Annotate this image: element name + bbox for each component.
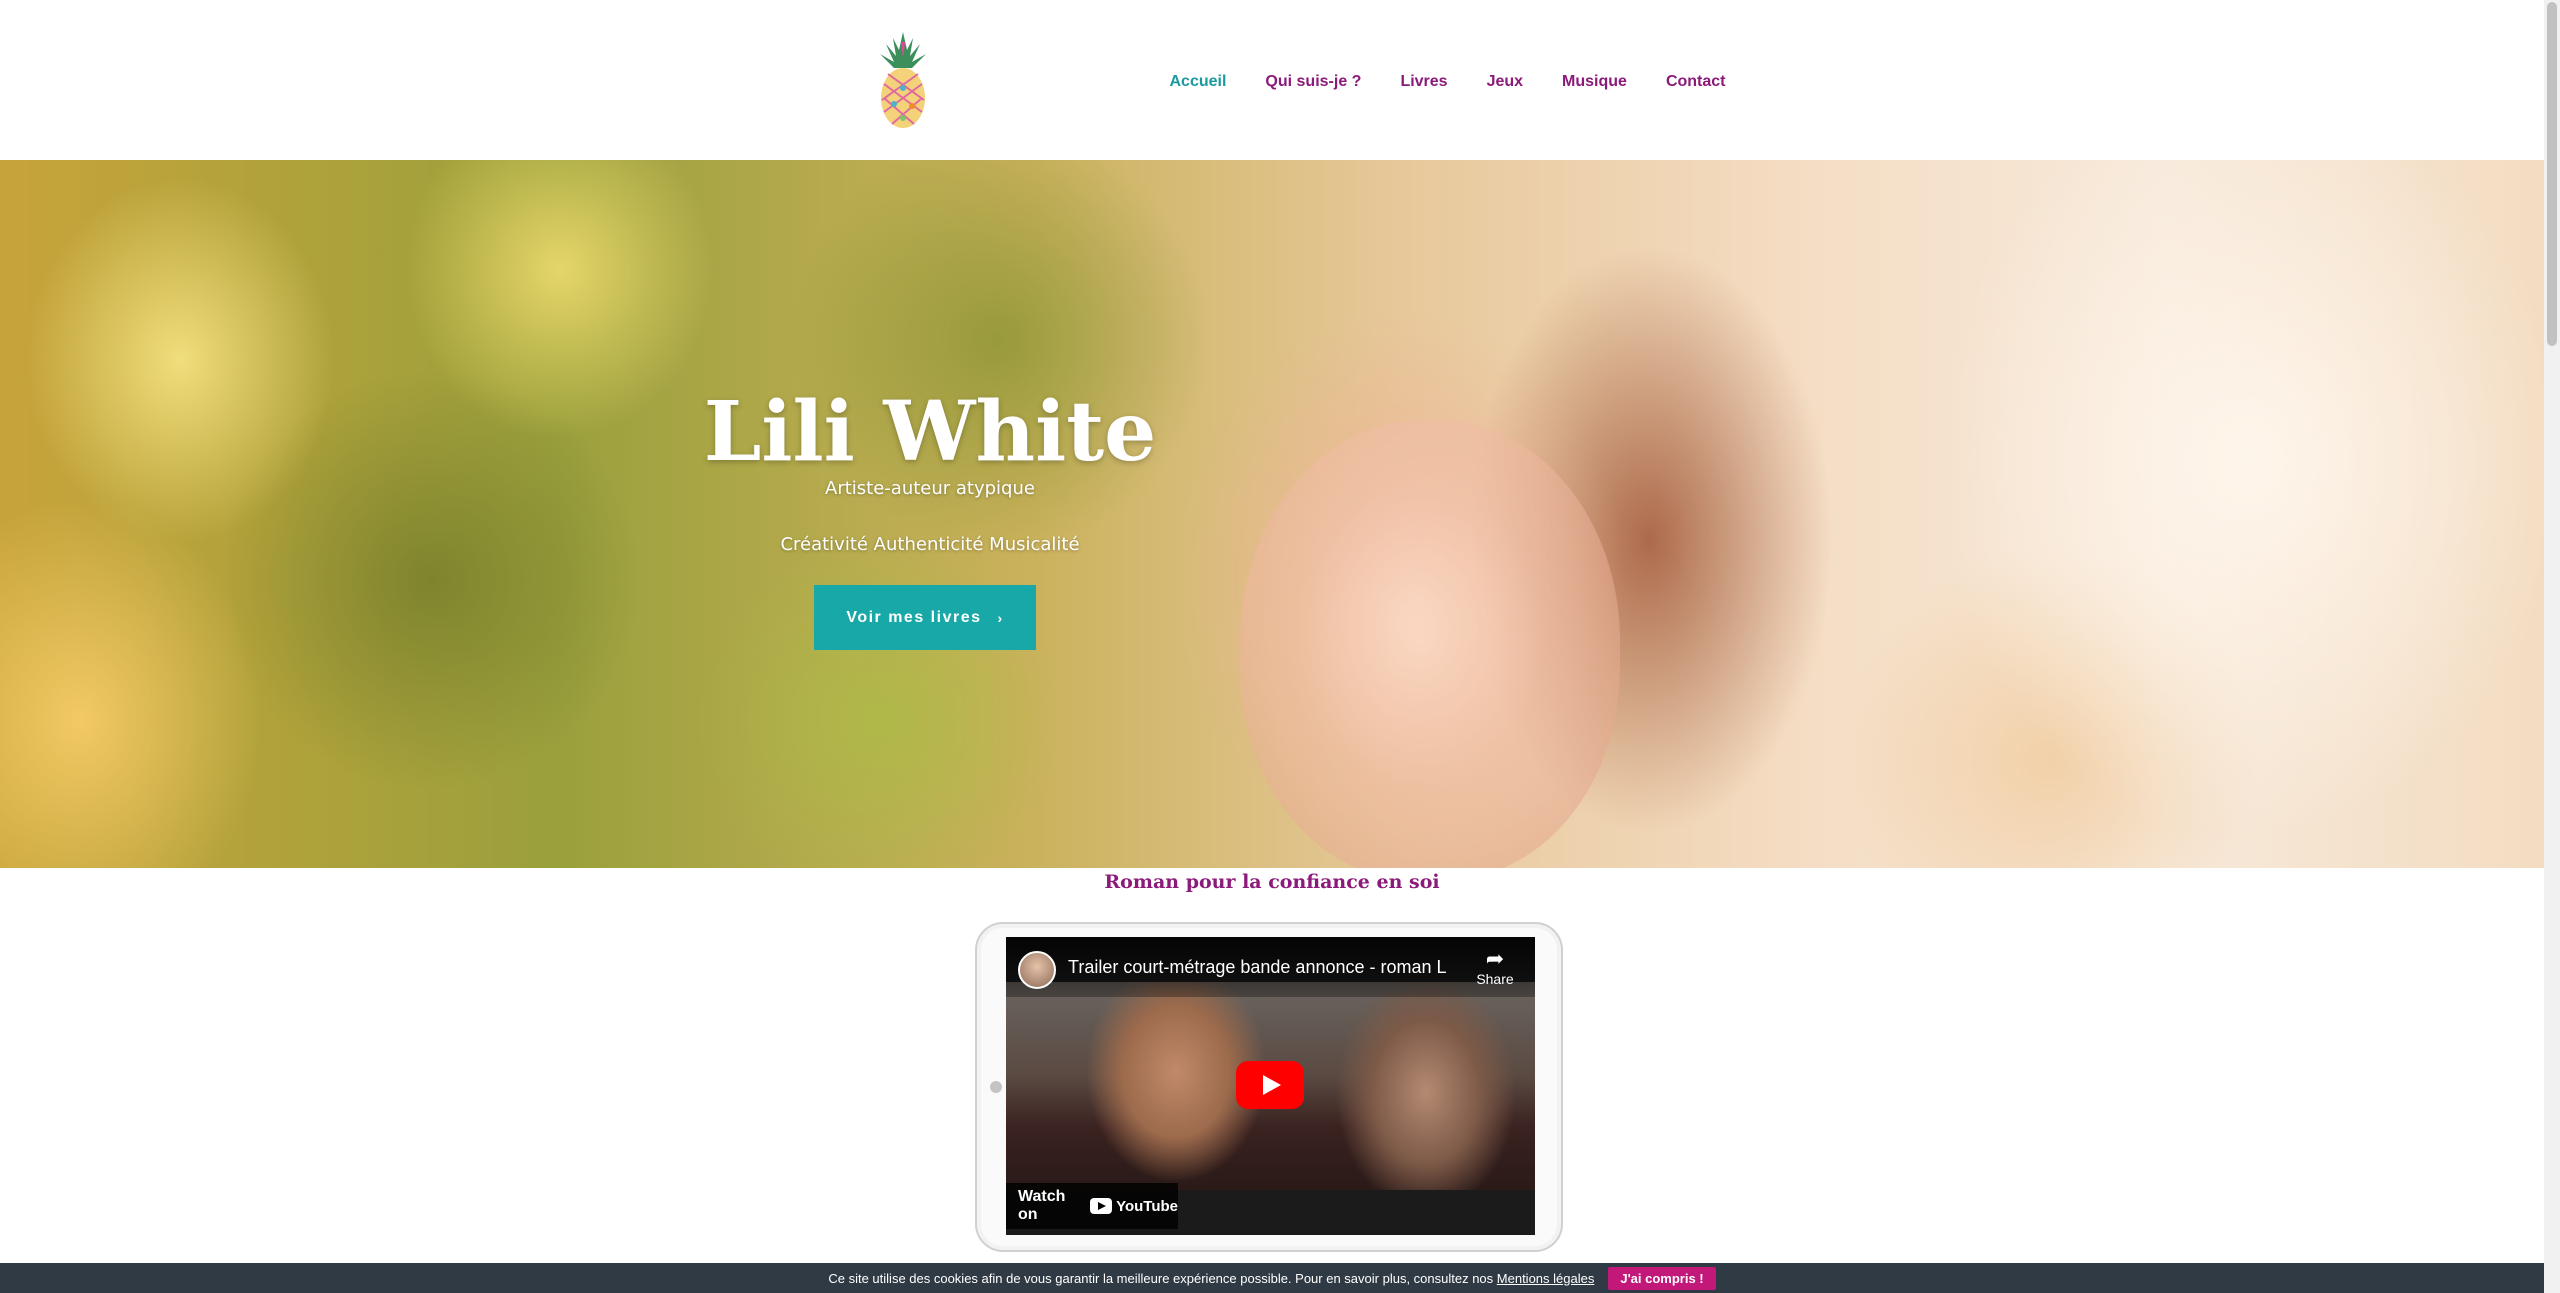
nav-contact[interactable]: Contact	[1646, 70, 1745, 94]
hero-subtitle: Artiste-auteur atypique	[825, 478, 1035, 499]
cookie-accept-button[interactable]: J'ai compris !	[1608, 1266, 1716, 1290]
main-nav: Accueil Qui suis-je ? Livres Jeux Musiqu…	[1150, 70, 1745, 94]
hero-banner: Lili White Artiste-auteur atypique Créat…	[0, 160, 2544, 868]
hero-photo	[1240, 420, 1620, 868]
site-header: Accueil Qui suis-je ? Livres Jeux Musiqu…	[0, 0, 2544, 160]
watch-on-label: Watch on	[1018, 1188, 1066, 1223]
channel-avatar[interactable]	[1018, 951, 1056, 989]
share-icon: ➦	[1485, 946, 1505, 971]
cookie-message: Ce site utilise des cookies afin de vous…	[828, 1270, 1494, 1286]
hero-button-label: Voir mes livres	[846, 608, 982, 626]
tablet-camera-dot	[990, 1081, 1002, 1093]
pineapple-logo-icon[interactable]	[862, 28, 944, 134]
hero-values: Créativité Authenticité Musicalité	[780, 534, 1080, 555]
youtube-video-embed[interactable]: Trailer court-métrage bande annonce - ro…	[1006, 937, 1535, 1235]
scrollbar-thumb[interactable]	[2547, 2, 2557, 346]
nav-livres[interactable]: Livres	[1381, 70, 1467, 94]
watch-on-youtube-button[interactable]: Watch on YouTube	[1006, 1183, 1178, 1229]
cookie-text: Ce site utilise des cookies afin de vous…	[828, 1271, 1594, 1286]
share-label: Share	[1476, 971, 1514, 987]
nav-jeux[interactable]: Jeux	[1467, 70, 1542, 94]
chevron-right-icon: ›	[997, 609, 1004, 626]
youtube-label: YouTube	[1116, 1197, 1178, 1215]
nav-musique[interactable]: Musique	[1543, 70, 1647, 94]
nav-qui-suis-je[interactable]: Qui suis-je ?	[1246, 70, 1381, 94]
play-button[interactable]	[1236, 1061, 1304, 1109]
section-title: Roman pour la confiance en soi	[1104, 871, 1440, 893]
share-button[interactable]: ➦ Share	[1470, 946, 1520, 988]
youtube-logo: YouTube	[1090, 1198, 1178, 1215]
voir-mes-livres-button[interactable]: Voir mes livres ›	[814, 585, 1036, 650]
youtube-play-icon	[1090, 1198, 1113, 1214]
cookie-banner: Ce site utilise des cookies afin de vous…	[0, 1263, 2544, 1293]
hero-title: Lili White	[703, 384, 1157, 480]
video-title[interactable]: Trailer court-métrage bande annonce - ro…	[1068, 957, 1448, 978]
nav-accueil[interactable]: Accueil	[1150, 70, 1246, 94]
mentions-legales-link[interactable]: Mentions légales	[1497, 1271, 1595, 1286]
